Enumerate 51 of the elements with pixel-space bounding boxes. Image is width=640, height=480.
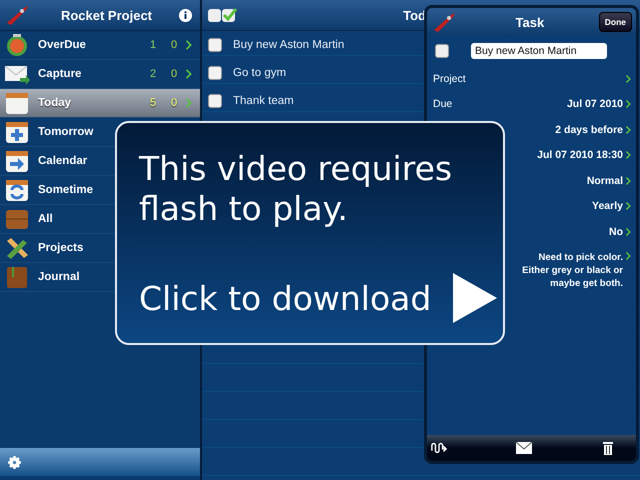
checkbox[interactable] (208, 66, 222, 80)
box-icon (4, 207, 30, 231)
alarm-clock-icon (4, 33, 30, 57)
field-label: Project (433, 72, 466, 85)
calendar-repeat-icon (4, 178, 30, 202)
field-value: Yearly (592, 200, 623, 212)
chevron-icon (184, 98, 194, 108)
checkbox[interactable] (208, 94, 222, 108)
chevron-icon (625, 201, 632, 212)
field-value: No (609, 226, 623, 238)
settings-icon[interactable] (8, 456, 21, 468)
sidebar-item[interactable]: OverDue 1 0 (0, 31, 200, 60)
chevron-icon (625, 150, 632, 160)
play-icon[interactable] (453, 273, 498, 323)
chevron-icon (625, 176, 632, 186)
book-icon (4, 265, 30, 289)
task-title: Thank team (233, 95, 294, 107)
task-name-field[interactable]: Buy new Aston Martin (471, 43, 607, 59)
field-value: Jul 07 2010 18:30 (537, 149, 623, 162)
info-icon[interactable] (179, 8, 192, 22)
chevron-icon (184, 69, 194, 79)
wave-arrow-icon[interactable] (431, 441, 447, 455)
mail-icon[interactable] (516, 441, 532, 455)
field-value: Normal (586, 174, 623, 187)
popover-title: Task (514, 14, 546, 30)
task-count: 1 (150, 39, 156, 51)
sidebar-title: Rocket Project (60, 8, 154, 22)
task-count: 5 (150, 97, 156, 109)
field-value: 2 days before (555, 124, 623, 136)
chevron-icon (625, 250, 632, 260)
field-label: Due (433, 98, 452, 110)
done-button[interactable]: Done (598, 12, 632, 32)
chevron-icon (625, 74, 632, 84)
done-count: 0 (170, 39, 178, 51)
chevron-icon (184, 40, 194, 50)
chevron-icon (625, 226, 632, 237)
task-title: Buy new Aston Martin (233, 39, 344, 51)
field-value: Need to pick color. Either grey or black or maybe get both. (522, 252, 623, 288)
chevron-icon (625, 124, 632, 135)
checkbox[interactable] (208, 38, 222, 52)
field-value: Jul 07 2010 (566, 98, 623, 110)
task-count: 2 (150, 68, 156, 80)
done-count: 0 (170, 97, 178, 109)
video-notice-dialog[interactable]: This video requires flash to play. Click to download (115, 121, 505, 345)
task-title: Go to gym (233, 67, 286, 79)
trash-icon[interactable] (600, 441, 616, 455)
calendar-plus-icon (4, 120, 30, 144)
calendar-icon (4, 91, 30, 115)
chevron-icon (625, 99, 632, 110)
checkbox[interactable] (435, 44, 449, 58)
done-count: 0 (170, 68, 178, 80)
